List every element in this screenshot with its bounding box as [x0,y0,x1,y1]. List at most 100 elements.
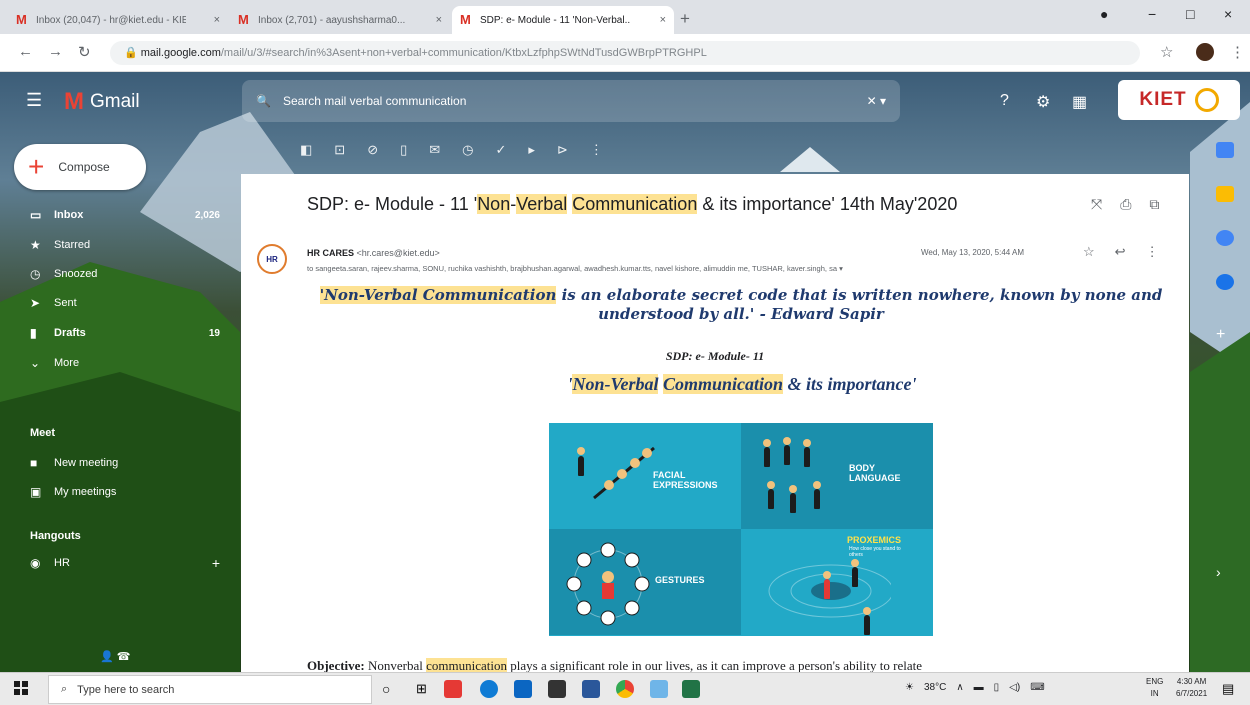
cortana-icon[interactable]: ○ [382,681,390,697]
contacts-addon-icon[interactable] [1216,274,1234,290]
close-window-button[interactable]: × [1224,6,1232,22]
delete-icon[interactable]: ▯ [400,142,407,158]
notifications-icon[interactable]: ▤ [1222,681,1234,697]
back-to-list-icon[interactable]: ◧ [300,142,312,158]
sender-email: <hr.cares@kiet.edu> [356,248,440,258]
snooze-icon[interactable]: ◷ [462,142,473,158]
sidebar-item-inbox[interactable]: ▭ Inbox 2,026 [30,202,220,228]
word-icon[interactable] [582,680,600,698]
profile-icon[interactable]: ● [1100,6,1108,22]
battery-icon[interactable]: ▯ [994,682,1000,693]
weather-icon[interactable]: ☀ [905,682,914,693]
browser-menu-icon[interactable]: ⋮ [1230,43,1245,61]
person-head [577,447,585,455]
browser-tab[interactable]: Inbox (2,701) - aayushsharma0... × [230,6,450,34]
gmail-logo[interactable]: M Gmail [64,88,140,116]
tab-title: Inbox (2,701) - aayushsharma0... [258,14,406,26]
hide-side-panel-icon[interactable]: › [1216,564,1234,580]
clock-time: 4:30 AM [1176,677,1207,686]
browser-tab[interactable]: Inbox (20,047) - hr@kiet.edu - KIET × [8,6,228,34]
hangouts-user[interactable]: ◉ HR + [30,550,220,576]
org-logo[interactable]: KIET [1118,80,1240,120]
gmail-favicon-icon [238,12,252,27]
print-icon[interactable]: ⎙ [1120,196,1131,213]
my-meetings-item[interactable]: ▣ My meetings [30,479,220,505]
main-menu-icon[interactable]: ☰ [26,90,42,111]
subject-actions: ⤧ ⎙ ⧉ [1091,196,1159,213]
gmail-m-icon: M [64,88,84,115]
open-new-window-icon[interactable]: ⧉ [1149,196,1159,213]
star-message-icon[interactable]: ☆ [1083,244,1095,260]
profile-avatar[interactable] [1196,43,1214,61]
archive-icon[interactable]: ⊡ [334,142,345,158]
move-to-icon[interactable]: ▸ [528,142,535,158]
taskbar-search-input[interactable]: ⌕ Type here to search [48,675,372,704]
bookmark-star-icon[interactable]: ☆ [1160,43,1173,61]
sidebar-item-starred[interactable]: ★ Starred [30,232,220,258]
sidebar-item-sent[interactable]: ➤ Sent [30,290,220,316]
excel-icon[interactable] [682,680,700,698]
reload-icon[interactable]: ↻ [78,43,91,61]
store-icon[interactable] [548,680,566,698]
taskbar-clock[interactable]: 4:30 AM 6/7/2021 [1176,676,1207,700]
new-tab-button[interactable]: + [680,9,690,29]
minimize-button[interactable]: − [1148,6,1156,22]
mark-unread-icon[interactable]: ✉ [429,142,440,158]
tab-close-icon[interactable]: × [660,14,666,26]
keyboard-icon[interactable]: ⌨ [1030,682,1044,693]
language-indicator[interactable]: ENG IN [1146,676,1163,700]
settings-gear-icon[interactable]: ⚙ [1036,92,1050,112]
search-input[interactable]: 🔍 Search mail verbal communication ✕ ▾ [242,80,900,122]
edge-browser-icon[interactable] [480,680,498,698]
calendar-addon-icon[interactable] [1216,142,1234,158]
recipients-line[interactable]: to sangeeta.saran, rajeev.sharma, SONU, … [307,264,1097,273]
explorer-icon[interactable] [650,680,668,698]
tab-close-icon[interactable]: × [214,14,220,26]
label-icon[interactable]: ⊳ [557,142,568,158]
add-hangout-icon[interactable]: + [212,555,220,571]
tray-chevron-icon[interactable]: ∧ [956,682,963,693]
apps-grid-icon[interactable]: ▦ [1072,92,1087,112]
tab-title: Inbox (20,047) - hr@kiet.edu - KIET [36,14,186,26]
sender-avatar[interactable]: HR [257,244,287,274]
message-more-icon[interactable]: ⋮ [1146,244,1159,260]
sidebar-item-more[interactable]: ⌄ More [30,350,220,376]
volume-icon[interactable]: ◁) [1009,682,1020,693]
sidebar-item-drafts[interactable]: ▮ Drafts 19 [30,320,220,346]
mail-app-icon[interactable] [514,680,532,698]
windows-start-icon[interactable] [14,681,28,695]
weather-temp[interactable]: 38°C [924,682,946,693]
chrome-icon[interactable] [616,680,634,698]
office-app-icon[interactable] [444,680,462,698]
url-field[interactable]: 🔒 mail.google.com/mail/u/3/#search/in%3A… [110,41,1140,65]
sidebar-item-label: Sent [54,297,77,309]
compose-button[interactable]: + Compose [14,144,146,190]
tasks-addon-icon[interactable] [1216,230,1234,246]
collapse-icon[interactable]: ⤧ [1091,196,1102,213]
hangouts-footer-icons[interactable]: 👤 ☎ [100,650,130,663]
report-spam-icon[interactable]: ⊘ [367,142,378,158]
email-toolbar: ◧ ⊡ ⊘ ▯ ✉ ◷ ✓ ▸ ⊳ ⋮ [300,142,603,158]
person-head [863,607,871,615]
more-options-icon[interactable]: ⋮ [590,142,603,158]
sender-name[interactable]: HR CARES [307,248,354,258]
browser-tab-active[interactable]: SDP: e- Module - 11 'Non-Verbal... × [452,6,674,34]
forward-arrow-icon[interactable]: → [48,43,63,60]
back-arrow-icon[interactable]: ← [18,43,33,60]
new-meeting-item[interactable]: ■ New meeting [30,450,220,476]
proxemics-subtitle: How close you stand to others [849,546,901,558]
help-icon[interactable]: ? [1000,92,1009,110]
gmail-header: ☰ M Gmail 🔍 Search mail verbal communica… [0,72,1250,132]
reply-icon[interactable]: ↩ [1115,244,1126,260]
maximize-button[interactable]: □ [1186,6,1194,22]
clear-search-icon[interactable]: ✕ ▾ [867,94,886,108]
objective-text: Nonverbal [364,658,427,672]
get-addons-icon[interactable]: + [1216,326,1234,344]
task-view-icon[interactable]: ⊞ [416,681,427,697]
network-icon[interactable]: ▬ [974,682,984,693]
keep-addon-icon[interactable] [1216,186,1234,202]
tab-close-icon[interactable]: × [436,14,442,26]
add-task-icon[interactable]: ✓ [496,142,507,158]
sidebar-item-snoozed[interactable]: ◷ Snoozed [30,261,220,287]
person-head [783,437,791,445]
